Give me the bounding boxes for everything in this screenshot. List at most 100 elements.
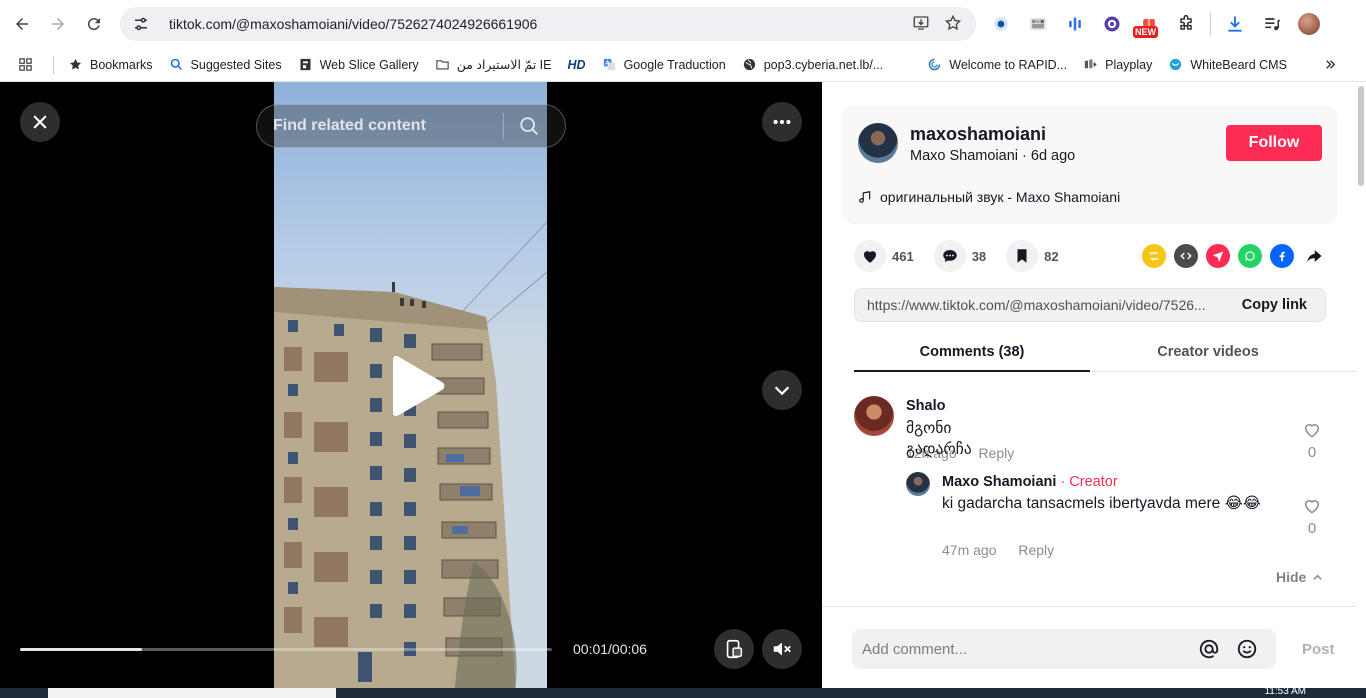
reload-button[interactable] (76, 6, 112, 42)
comment-like-button[interactable]: 0 (1302, 420, 1322, 461)
next-video-button[interactable] (762, 370, 802, 410)
music-note-icon (859, 191, 871, 203)
author-avatar[interactable] (858, 123, 898, 163)
floating-player-icon (726, 639, 743, 659)
url-text[interactable]: tiktok.com/@maxoshamoiani/video/75262740… (169, 16, 537, 32)
more-options-button[interactable] (762, 102, 802, 142)
double-chevron-right-icon (1326, 60, 1336, 69)
bookmark-star-icon[interactable] (944, 14, 962, 32)
media-controls-button[interactable] (1259, 10, 1285, 38)
picture-in-picture-button[interactable] (714, 629, 754, 669)
reply-button[interactable]: Reply (1018, 542, 1054, 558)
creator-badge: · Creator (1056, 474, 1118, 490)
reply-time: 47m ago (942, 542, 997, 558)
extension-invid[interactable] (1025, 10, 1051, 38)
bookmark-item-ie-import[interactable]: تمّ الاستيراد من IE (427, 52, 560, 78)
comment-action[interactable]: 38 (933, 240, 986, 272)
commenter-name[interactable]: Shalo (906, 398, 945, 414)
taskbar-clock: 11:53 AM (1264, 686, 1306, 697)
install-app-icon[interactable] (912, 14, 930, 32)
search-icon (170, 58, 182, 71)
reply-author-avatar[interactable] (906, 472, 930, 496)
apps-button[interactable] (0, 52, 47, 78)
author-card: maxoshamoiani Maxo Shamoiani · 6d ago Fo… (842, 106, 1338, 224)
mute-button[interactable] (762, 629, 802, 669)
related-search-input[interactable] (273, 117, 503, 135)
bookmark-item-playplay[interactable]: Playplay (1075, 52, 1160, 78)
panel-scrollbar-thumb[interactable] (1358, 86, 1364, 186)
music-link[interactable]: оригинальный звук - Maxo Shamoiani (858, 189, 1120, 205)
web-slice-icon (300, 58, 311, 71)
camera-extension-icon (994, 17, 1008, 31)
mention-icon[interactable] (1198, 638, 1220, 660)
bookmark-item-rapid[interactable]: Welcome to RAPID... (919, 52, 1075, 78)
facebook-share-button[interactable] (1270, 244, 1294, 268)
author-handle[interactable]: maxoshamoiani (910, 124, 1046, 145)
bookmarks-bar: Bookmarks Suggested Sites Web Slice Gall… (0, 48, 1366, 82)
close-icon (33, 115, 47, 129)
comment-bubble-icon (942, 250, 957, 262)
embed-button[interactable] (1174, 244, 1198, 268)
repost-button[interactable] (1142, 244, 1166, 268)
comment-input-box[interactable] (852, 629, 1276, 669)
send-to-friends-button[interactable] (1206, 244, 1230, 268)
commenter-avatar[interactable] (854, 396, 894, 436)
extension-tor[interactable] (1099, 10, 1125, 38)
related-search-bar[interactable] (256, 104, 566, 148)
site-settings-icon[interactable] (132, 15, 150, 33)
bookmark-item-bookmarks[interactable]: Bookmarks (60, 52, 161, 78)
bookmark-label: Suggested Sites (190, 57, 282, 72)
tab-creator-videos[interactable]: Creator videos (1090, 334, 1326, 371)
downloads-button[interactable] (1222, 10, 1248, 38)
whatsapp-share-button[interactable] (1238, 244, 1262, 268)
reply-text: ki gadarcha tansacmels ibertyavda mere 😂… (942, 495, 1261, 512)
follow-button[interactable]: Follow (1226, 125, 1322, 161)
bookmark-item-google-traduction[interactable]: Google Traduction (594, 52, 734, 78)
profile-button[interactable] (1296, 10, 1322, 38)
extension-audio[interactable] (1062, 10, 1088, 38)
like-count: 461 (892, 248, 914, 264)
extensions-button[interactable] (1173, 10, 1199, 38)
arrow-right-icon (52, 18, 64, 30)
tab-comments[interactable]: Comments (38) (854, 334, 1090, 372)
emoji-icon[interactable] (1236, 638, 1258, 660)
panel-scrollbar[interactable] (1356, 82, 1366, 698)
hide-replies-button[interactable]: Hide (1276, 569, 1323, 585)
extension-camera[interactable] (988, 10, 1014, 38)
bookmark-item-whitebeard[interactable]: WhiteBeard CMS (1160, 52, 1295, 78)
share-arrow-icon (1307, 250, 1322, 262)
play-button[interactable] (387, 354, 447, 418)
reply-like-button[interactable]: 0 (1302, 496, 1322, 537)
save-action[interactable]: 82 (1006, 240, 1059, 272)
bookmark-item-pop3[interactable]: pop3.cyberia.net.lb/... (734, 52, 892, 78)
bookmarks-overflow-button[interactable] (1315, 52, 1346, 78)
bookmarks-divider (53, 55, 54, 74)
bookmark-label: تمّ الاستيراد من IE (456, 58, 552, 72)
bookmark-item-suggested-sites[interactable]: Suggested Sites (161, 52, 290, 78)
video-progress-bar[interactable] (20, 648, 552, 651)
related-search-button[interactable] (504, 115, 554, 137)
video-link-text[interactable]: https://www.tiktok.com/@maxoshamoiani/vi… (867, 297, 1227, 313)
volume-muted-icon (773, 642, 791, 656)
like-action[interactable]: 461 (854, 240, 914, 272)
copy-link-button[interactable]: Copy link (1242, 297, 1307, 313)
repost-icon (1149, 251, 1159, 261)
reply-meta: 47m ago Reply (942, 542, 1072, 558)
taskbar-window[interactable] (48, 688, 336, 698)
forward-button[interactable] (40, 6, 76, 42)
reply-button[interactable]: Reply (979, 445, 1015, 461)
address-bar[interactable]: tiktok.com/@maxoshamoiani/video/75262740… (120, 7, 976, 41)
post-comment-button[interactable]: Post (1302, 641, 1335, 658)
bookmark-item-hd[interactable]: HD (560, 52, 594, 78)
extension-new[interactable]: NEW (1133, 10, 1162, 38)
close-video-button[interactable] (20, 102, 60, 142)
bookmark-item-web-slice-gallery[interactable]: Web Slice Gallery (290, 52, 427, 78)
reply-author-name[interactable]: Maxo Shamoiani · Creator (942, 474, 1118, 490)
comment-input[interactable] (862, 640, 1182, 658)
chevron-up-icon (1313, 574, 1322, 580)
video-player[interactable]: 00:01/00:06 (0, 82, 822, 698)
more-share-button[interactable] (1302, 244, 1326, 268)
facebook-icon (1279, 251, 1285, 262)
details-panel: maxoshamoiani Maxo Shamoiani · 6d ago Fo… (822, 82, 1366, 698)
back-button[interactable] (4, 6, 40, 42)
